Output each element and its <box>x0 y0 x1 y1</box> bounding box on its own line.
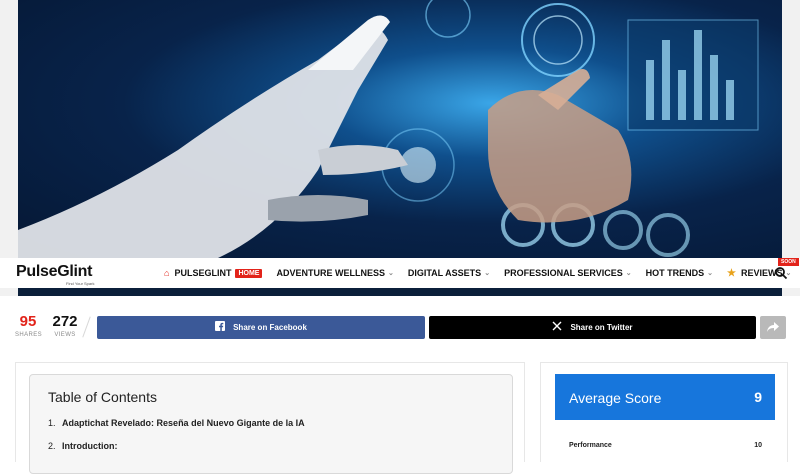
logo-text: PulseGlint <box>16 263 93 280</box>
score-header: Average Score 9 <box>555 374 775 420</box>
share-twitter-label: Share on Twitter <box>570 323 633 332</box>
toc-item-number: 2. <box>48 441 56 451</box>
logo-tagline: Find Your Spark <box>66 281 95 286</box>
chevron-down-icon: ⌄ <box>484 270 491 277</box>
home-icon: ⌂ <box>164 268 170 278</box>
hero-section <box>0 0 800 296</box>
hero-bottom-strip <box>18 288 782 296</box>
nav-item-label: DIGITAL ASSETS <box>407 268 482 278</box>
facebook-icon <box>215 321 226 334</box>
article-content: Table of Contents 1. Adaptichat Revelado… <box>15 362 525 474</box>
toc-title: Table of Contents <box>48 389 157 405</box>
nav-item-label: ADVENTURE WELLNESS <box>276 268 385 278</box>
shares-stat: 95 SHARES <box>15 313 43 339</box>
chevron-down-icon: ⌄ <box>625 270 632 277</box>
views-count: 272 <box>52 313 78 330</box>
views-stat: 272 VIEWS <box>49 313 81 339</box>
toc-item-link[interactable]: Adaptichat Revelado: Reseña del Nuevo Gi… <box>62 418 305 428</box>
nav-item-label: PROFESSIONAL SERVICES <box>504 268 623 278</box>
sidebar: Average Score 9 Performance 10 <box>540 362 788 462</box>
review-score-box: Average Score 9 Performance 10 <box>555 374 775 474</box>
share-twitter-button[interactable]: Share on Twitter <box>429 316 756 339</box>
nav-item-digital-assets[interactable]: DIGITAL ASSETS ⌄ <box>408 268 490 278</box>
toc-item-number: 1. <box>48 418 56 428</box>
search-icon[interactable] <box>774 266 788 280</box>
views-label: VIEWS <box>54 332 76 338</box>
nav-item-hot-trends[interactable]: HOT TRENDS ⌄ <box>646 268 713 278</box>
chevron-down-icon: ⌄ <box>387 270 394 277</box>
chevron-down-icon: ⌄ <box>707 270 714 277</box>
hero-image <box>18 0 782 258</box>
nav-item-label: PULSEGLINT <box>174 268 232 278</box>
x-icon <box>552 321 562 334</box>
share-arrow-icon <box>766 321 780 335</box>
toc-item[interactable]: 1. Adaptichat Revelado: Reseña del Nuevo… <box>48 418 305 428</box>
nav-item-label: HOT TRENDS <box>645 268 705 278</box>
star-icon: ★ <box>727 267 736 279</box>
score-title: Average Score <box>569 390 662 406</box>
nav-item-professional-services[interactable]: PROFESSIONAL SERVICES ⌄ <box>504 268 632 278</box>
nav-item-pulseglint[interactable]: ⌂ PULSEGLINT HOME <box>164 268 263 278</box>
home-badge: HOME <box>235 268 263 278</box>
score-value: 9 <box>754 389 762 405</box>
soon-badge: SOON <box>778 257 799 266</box>
toc-item-link[interactable]: Introduction: <box>62 441 118 451</box>
share-facebook-label: Share on Facebook <box>233 323 307 332</box>
shares-count: 95 <box>19 313 37 330</box>
toc-item[interactable]: 2. Introduction: <box>48 441 118 451</box>
share-more-button[interactable] <box>760 316 786 339</box>
site-logo[interactable]: PulseGlint Find Your Spark <box>16 263 94 286</box>
nav-item-adventure-wellness[interactable]: ADVENTURE WELLNESS ⌄ <box>276 268 393 278</box>
share-bar: 95 SHARES 272 VIEWS Share on Facebook Sh… <box>0 310 800 344</box>
main-navbar: PulseGlint Find Your Spark ⌂ PULSEGLINT … <box>0 257 800 288</box>
stats-divider <box>82 316 91 338</box>
shares-label: SHARES <box>15 332 43 338</box>
share-facebook-button[interactable]: Share on Facebook <box>97 316 425 339</box>
nav-menu: ⌂ PULSEGLINT HOME ADVENTURE WELLNESS ⌄ D… <box>164 257 800 288</box>
robot-hand-illustration <box>18 0 759 258</box>
table-of-contents: Table of Contents 1. Adaptichat Revelado… <box>29 374 513 474</box>
